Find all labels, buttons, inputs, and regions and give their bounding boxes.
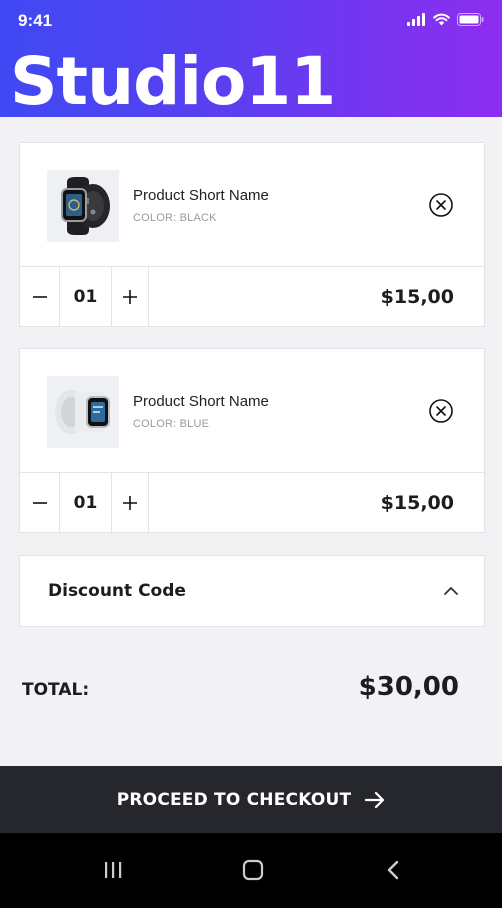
black-smartwatch-image [61,177,110,235]
cart-item-details: Product Short Name COLOR: BLACK [20,143,484,267]
product-color: COLOR: BLACK [133,212,217,224]
quantity-row: 01 $15,00 [20,473,484,533]
minus-icon [32,502,47,504]
increase-quantity-button[interactable] [111,473,149,533]
remove-item-button[interactable] [429,193,453,217]
decrease-quantity-button[interactable] [20,267,60,327]
plus-icon [123,496,137,510]
recent-apps-icon [105,862,122,878]
home-button[interactable] [238,855,268,885]
item-price: $15,00 [380,286,454,308]
increase-quantity-button[interactable] [111,267,149,327]
cart-item: Product Short Name COLOR: BLACK 01 $15,0… [19,142,485,327]
back-button[interactable] [378,855,408,885]
battery-icon [457,13,484,26]
arrow-right-icon [365,791,385,808]
product-thumbnail [47,170,119,242]
decrease-quantity-button[interactable] [20,473,60,533]
system-nav-bar [0,833,502,908]
cart-item-details: Product Short Name COLOR: BLUE [20,349,484,473]
wifi-icon [433,13,450,26]
item-price: $15,00 [380,492,454,514]
close-circle-icon [429,399,453,423]
recent-apps-button[interactable] [98,855,128,885]
app-header: 9:41 Studio11 [0,0,502,120]
total-label: TOTAL: [22,680,90,700]
minus-icon [32,296,47,298]
product-name: Product Short Name [133,187,269,204]
status-icons [407,13,484,26]
status-time: 9:41 [18,11,53,30]
proceed-to-checkout-button[interactable]: PROCEED TO CHECKOUT [0,766,502,833]
status-bar: 9:41 [0,0,502,44]
close-circle-icon [429,193,453,217]
discount-code-toggle[interactable]: Discount Code [19,555,485,627]
quantity-value: 01 [73,493,98,513]
brand-logo: Studio11 [10,43,336,120]
product-color: COLOR: BLUE [133,418,210,430]
checkout-label: PROCEED TO CHECKOUT [116,789,352,810]
total-value: $30,00 [358,672,459,702]
remove-item-button[interactable] [429,399,453,423]
white-smartwatch-image [55,390,110,434]
plus-icon [123,290,137,304]
quantity-value: 01 [73,287,98,307]
chevron-up-icon [444,587,458,595]
quantity-row: 01 $15,00 [20,267,484,327]
back-icon [387,860,399,880]
discount-code-label: Discount Code [48,581,186,601]
product-name: Product Short Name [133,393,269,410]
home-icon [242,859,264,881]
product-thumbnail [47,376,119,448]
cellular-signal-icon [407,13,425,26]
cart-item: Product Short Name COLOR: BLUE 01 $15,00 [19,348,485,533]
